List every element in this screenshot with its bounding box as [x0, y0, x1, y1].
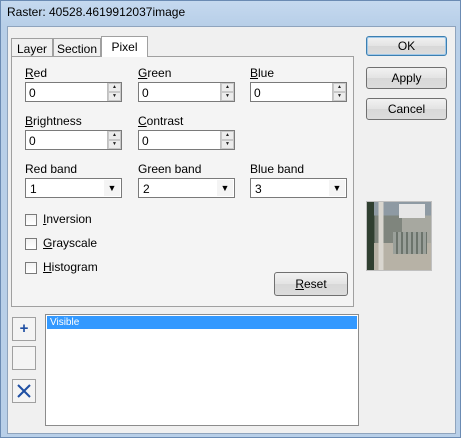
plus-icon: +: [19, 320, 29, 337]
green-band-value: 2: [143, 182, 150, 196]
brightness-down-icon[interactable]: ▼: [108, 140, 121, 149]
pixel-panel: Red Green Blue 0 ▲ ▼ 0 ▲ ▼ 0 ▲ ▼ Brightness…: [11, 56, 354, 307]
red-up-icon[interactable]: ▲: [108, 83, 121, 92]
red-value: 0: [29, 86, 36, 100]
grayscale-checkbox[interactable]: [25, 238, 37, 250]
red-spinbox[interactable]: 0 ▲ ▼: [25, 82, 122, 102]
contrast-label: Contrast: [138, 114, 184, 128]
cancel-button[interactable]: Cancel: [366, 98, 447, 120]
contrast-value: 0: [142, 134, 149, 148]
green-band-select[interactable]: 2 ▼: [138, 178, 235, 198]
add-layer-button[interactable]: +: [12, 317, 36, 341]
histogram-checkbox[interactable]: [25, 262, 37, 274]
green-spinbox[interactable]: 0 ▲ ▼: [138, 82, 235, 102]
red-label: Red: [25, 66, 48, 80]
dialog-client: Layer Section Pixel Red Green Blue 0 ▲ ▼ …: [7, 26, 456, 434]
tab-layer[interactable]: Layer: [11, 38, 53, 56]
dialog-window: Raster: 40528.4619912037image Layer Sect…: [0, 0, 461, 438]
tab-section[interactable]: Section: [53, 38, 101, 56]
raster-preview-image: [366, 201, 432, 271]
green-band-label: Green band: [138, 162, 202, 176]
tab-pixel[interactable]: Pixel: [101, 36, 148, 57]
close-icon: [17, 384, 31, 398]
brightness-spinbox[interactable]: 0 ▲ ▼: [25, 130, 122, 150]
green-label: Green: [138, 66, 172, 80]
chevron-down-icon[interactable]: ▼: [329, 180, 345, 196]
contrast-down-icon[interactable]: ▼: [221, 140, 234, 149]
blue-down-icon[interactable]: ▼: [333, 92, 346, 101]
blue-spinbox[interactable]: 0 ▲ ▼: [250, 82, 347, 102]
remove-layer-button[interactable]: [12, 379, 36, 403]
green-down-icon[interactable]: ▼: [221, 92, 234, 101]
red-band-label: Red band: [25, 162, 78, 176]
histogram-label[interactable]: Histogram: [43, 260, 98, 274]
contrast-spinbox[interactable]: 0 ▲ ▼: [138, 130, 235, 150]
blue-band-label: Blue band: [250, 162, 305, 176]
apply-button[interactable]: Apply: [366, 67, 447, 89]
grayscale-label[interactable]: Grayscale: [43, 236, 97, 250]
title-bar[interactable]: Raster: 40528.4619912037image: [1, 1, 460, 25]
blue-label: Blue: [250, 66, 275, 80]
ok-button[interactable]: OK: [366, 36, 447, 56]
blue-band-value: 3: [255, 182, 262, 196]
red-down-icon[interactable]: ▼: [108, 92, 121, 101]
green-up-icon[interactable]: ▲: [221, 83, 234, 92]
list-item[interactable]: Visible: [47, 316, 357, 329]
blue-up-icon[interactable]: ▲: [333, 83, 346, 92]
window-title: Raster: 40528.4619912037image: [7, 5, 186, 19]
chevron-down-icon[interactable]: ▼: [217, 180, 233, 196]
layer-listbox[interactable]: Visible: [45, 314, 359, 426]
brightness-value: 0: [29, 134, 36, 148]
brightness-up-icon[interactable]: ▲: [108, 131, 121, 140]
chevron-down-icon[interactable]: ▼: [104, 180, 120, 196]
inversion-label[interactable]: Inversion: [43, 212, 92, 226]
reset-button[interactable]: Reset: [274, 272, 348, 296]
red-band-select[interactable]: 1 ▼: [25, 178, 122, 198]
contrast-up-icon[interactable]: ▲: [221, 131, 234, 140]
blank-button[interactable]: [12, 346, 36, 370]
green-value: 0: [142, 86, 149, 100]
blue-band-select[interactable]: 3 ▼: [250, 178, 347, 198]
inversion-checkbox[interactable]: [25, 214, 37, 226]
blue-value: 0: [254, 86, 261, 100]
red-band-value: 1: [30, 182, 37, 196]
brightness-label: Brightness: [25, 114, 82, 128]
